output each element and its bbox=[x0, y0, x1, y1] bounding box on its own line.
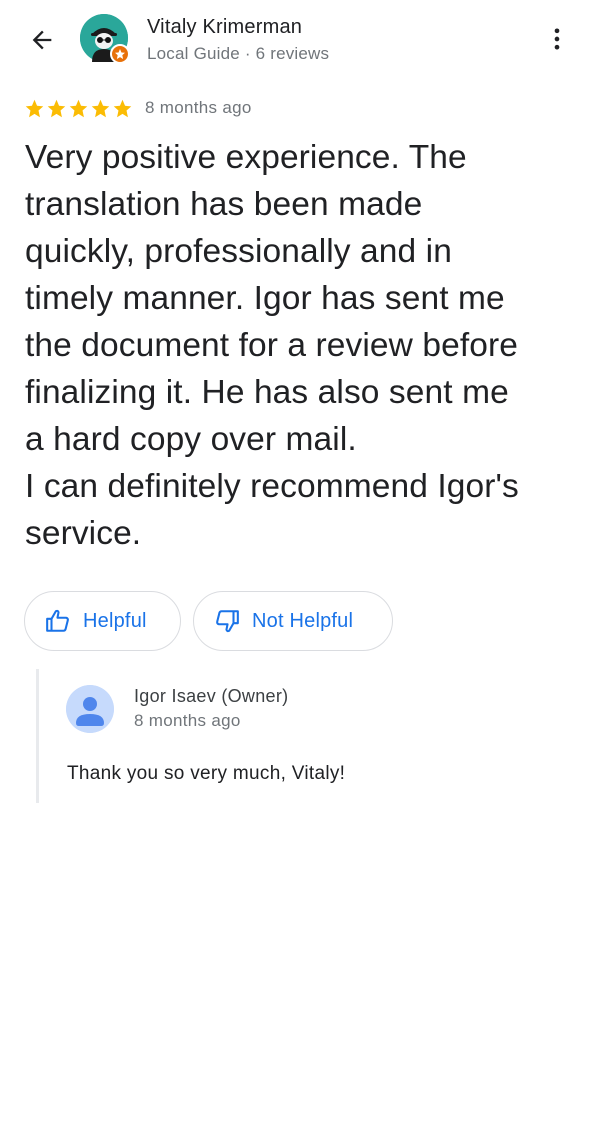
owner-reply-text: Thank you so very much, Vitaly! bbox=[67, 763, 346, 784]
star-icon bbox=[69, 99, 88, 117]
not-helpful-button[interactable]: Not Helpful bbox=[193, 591, 393, 651]
helpful-button[interactable]: Helpful bbox=[24, 591, 181, 651]
helpful-label: Helpful bbox=[83, 609, 147, 632]
review-text: Very positive experience. The translatio… bbox=[25, 139, 519, 552]
more-vert-icon bbox=[554, 28, 560, 50]
review-header: Vitaly Krimerman Local Guide · 6 reviews bbox=[0, 0, 600, 80]
star-badge-icon bbox=[115, 49, 125, 59]
star-rating bbox=[24, 98, 133, 119]
person-icon bbox=[66, 685, 114, 733]
star-icon bbox=[47, 99, 66, 117]
star-icon bbox=[113, 99, 132, 117]
review-date: 8 months ago bbox=[145, 98, 252, 117]
rating-row: 8 months ago bbox=[24, 96, 252, 120]
local-guide-badge bbox=[110, 44, 130, 64]
reviewer-meta: Local Guide · 6 reviews bbox=[147, 44, 330, 63]
owner-reply-date: 8 months ago bbox=[134, 711, 241, 730]
reviewer-name[interactable]: Vitaly Krimerman bbox=[147, 16, 302, 39]
not-helpful-label: Not Helpful bbox=[252, 609, 354, 632]
owner-avatar[interactable] bbox=[66, 685, 114, 733]
back-button[interactable] bbox=[24, 22, 60, 58]
more-options-button[interactable] bbox=[540, 22, 574, 56]
star-icon bbox=[91, 99, 110, 117]
thumb-down-icon bbox=[214, 608, 240, 634]
arrow-back-icon bbox=[32, 30, 52, 50]
owner-name: Igor Isaev (Owner) bbox=[134, 686, 289, 706]
reviewer-avatar[interactable] bbox=[80, 14, 130, 64]
thumb-up-icon bbox=[45, 608, 71, 634]
owner-reply: Igor Isaev (Owner) 8 months ago Thank yo… bbox=[36, 669, 569, 803]
star-icon bbox=[25, 99, 44, 117]
